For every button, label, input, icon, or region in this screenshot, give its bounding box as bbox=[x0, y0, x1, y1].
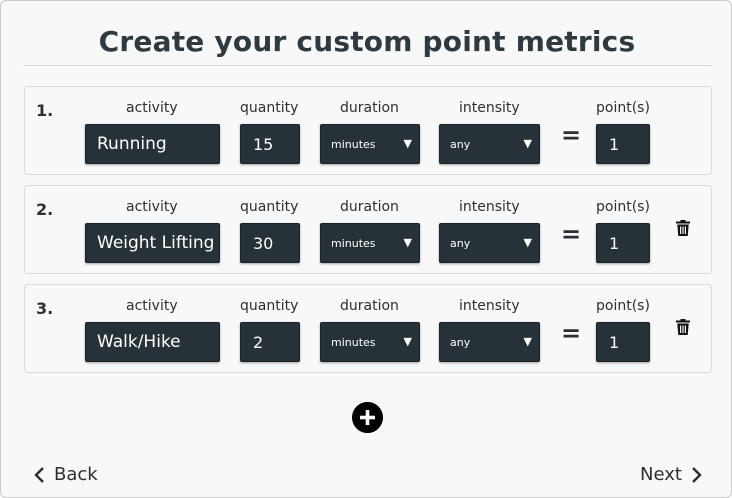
activity-input[interactable]: Walk/Hike bbox=[85, 322, 220, 362]
activity-label: activity bbox=[126, 100, 178, 116]
chevron-right-icon bbox=[692, 466, 702, 483]
trash-icon[interactable] bbox=[676, 220, 690, 236]
equals-sign: = bbox=[561, 319, 582, 347]
intensity-value: any bbox=[450, 335, 471, 349]
duration-label: duration bbox=[340, 298, 399, 314]
duration-value: minutes bbox=[331, 137, 376, 151]
caret-down-icon: ▼ bbox=[523, 335, 532, 348]
points-label: point(s) bbox=[596, 298, 650, 314]
activity-input[interactable]: Weight Lifting bbox=[85, 223, 220, 263]
quantity-label: quantity bbox=[240, 298, 299, 314]
points-input[interactable]: 1 bbox=[596, 223, 650, 263]
caret-down-icon: ▼ bbox=[403, 137, 412, 150]
metric-row-1: 1. activity quantity duration intensity … bbox=[24, 86, 712, 175]
back-label: Back bbox=[54, 464, 98, 485]
duration-select[interactable]: minutes ▼ bbox=[320, 322, 420, 362]
intensity-value: any bbox=[450, 137, 471, 151]
intensity-label: intensity bbox=[459, 298, 520, 314]
intensity-label: intensity bbox=[459, 100, 520, 116]
activity-input[interactable]: Running bbox=[85, 124, 220, 164]
row-number: 1. bbox=[36, 101, 54, 120]
quantity-input[interactable]: 2 bbox=[240, 322, 300, 362]
intensity-select[interactable]: any ▼ bbox=[439, 322, 540, 362]
caret-down-icon: ▼ bbox=[403, 236, 412, 249]
quantity-input[interactable]: 30 bbox=[240, 223, 300, 263]
intensity-select[interactable]: any ▼ bbox=[439, 124, 540, 164]
duration-select[interactable]: minutes ▼ bbox=[320, 124, 420, 164]
next-label: Next bbox=[640, 464, 682, 485]
metrics-card: Create your custom point metrics 1. acti… bbox=[0, 0, 732, 498]
equals-sign: = bbox=[561, 220, 582, 248]
points-label: point(s) bbox=[596, 100, 650, 116]
metric-row-2: 2. activity quantity duration intensity … bbox=[24, 185, 712, 274]
points-label: point(s) bbox=[596, 199, 650, 215]
back-button[interactable]: Back bbox=[33, 464, 98, 485]
points-input[interactable]: 1 bbox=[596, 322, 650, 362]
metric-row-3: 3. activity quantity duration intensity … bbox=[24, 284, 712, 373]
points-input[interactable]: 1 bbox=[596, 124, 650, 164]
activity-label: activity bbox=[126, 199, 178, 215]
duration-value: minutes bbox=[331, 236, 376, 250]
caret-down-icon: ▼ bbox=[523, 236, 532, 249]
intensity-label: intensity bbox=[459, 199, 520, 215]
page-title: Create your custom point metrics bbox=[98, 25, 636, 58]
caret-down-icon: ▼ bbox=[523, 137, 532, 150]
row-number: 2. bbox=[36, 200, 54, 219]
caret-down-icon: ▼ bbox=[403, 335, 412, 348]
duration-select[interactable]: minutes ▼ bbox=[320, 223, 420, 263]
intensity-select[interactable]: any ▼ bbox=[439, 223, 540, 263]
activity-label: activity bbox=[126, 298, 178, 314]
next-button[interactable]: Next bbox=[640, 464, 703, 485]
duration-label: duration bbox=[340, 100, 399, 116]
quantity-label: quantity bbox=[240, 199, 299, 215]
duration-value: minutes bbox=[331, 335, 376, 349]
quantity-label: quantity bbox=[240, 100, 299, 116]
chevron-left-icon bbox=[34, 466, 44, 483]
plus-circle-icon[interactable] bbox=[352, 402, 383, 433]
row-number: 3. bbox=[36, 299, 54, 318]
title-divider bbox=[23, 65, 711, 66]
quantity-input[interactable]: 15 bbox=[240, 124, 300, 164]
equals-sign: = bbox=[561, 121, 582, 149]
trash-icon[interactable] bbox=[676, 319, 690, 335]
intensity-value: any bbox=[450, 236, 471, 250]
duration-label: duration bbox=[340, 199, 399, 215]
